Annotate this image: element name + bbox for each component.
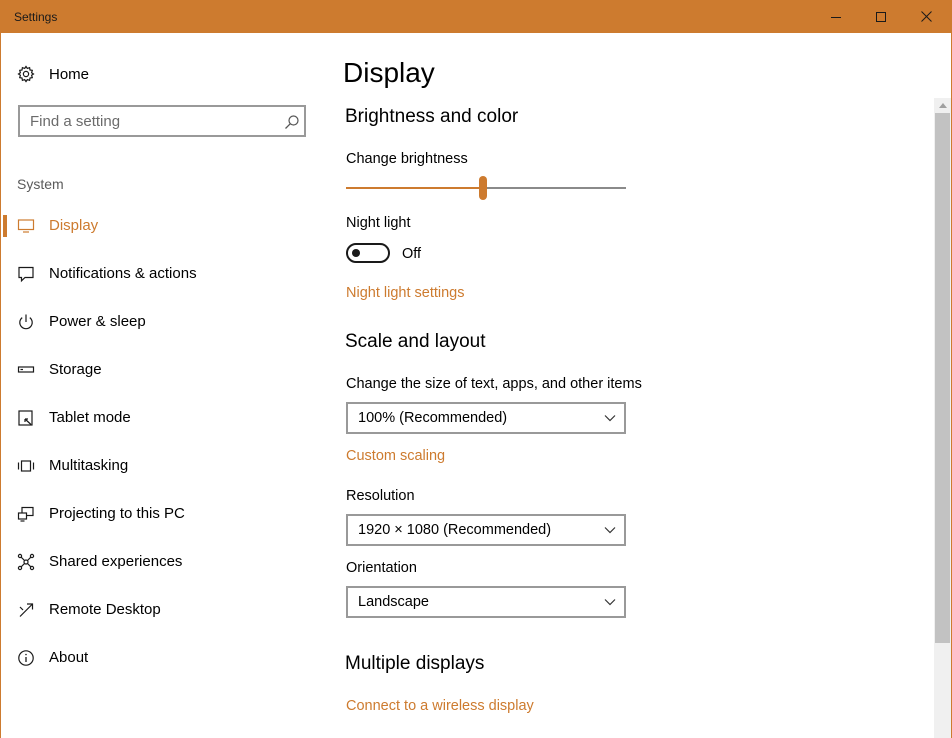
- orientation-label: Orientation: [346, 560, 417, 576]
- selection-indicator: [3, 407, 7, 429]
- night-light-state: Off: [402, 246, 422, 262]
- sidebar-item-label: Notifications & actions: [49, 265, 197, 282]
- storage-icon: [17, 366, 35, 373]
- tablet-icon: [18, 410, 33, 426]
- section-heading-scale: Scale and layout: [345, 331, 486, 352]
- sidebar-item-remote-desktop[interactable]: Remote Desktop: [0, 590, 320, 630]
- slider-thumb[interactable]: [479, 176, 487, 200]
- brightness-label: Change brightness: [346, 151, 468, 167]
- sidebar-item-multitasking[interactable]: Multitasking: [0, 446, 320, 486]
- night-light-settings-link[interactable]: Night light settings: [346, 285, 464, 301]
- resolution-value: 1920 × 1080 (Recommended): [358, 522, 552, 538]
- scroll-thumb[interactable]: [935, 113, 950, 643]
- resolution-dropdown[interactable]: 1920 × 1080 (Recommended): [346, 514, 626, 546]
- section-heading-brightness: Brightness and color: [345, 106, 519, 127]
- sidebar-item-label: Display: [49, 217, 99, 234]
- maximize-icon: [876, 11, 886, 22]
- sidebar-item-label: Multitasking: [49, 457, 129, 474]
- selection-indicator: [3, 263, 7, 285]
- selection-indicator: [3, 311, 7, 333]
- shared-icon: [17, 553, 35, 571]
- maximize-button[interactable]: [858, 0, 904, 33]
- selection-indicator: [3, 503, 7, 525]
- sidebar-item-notifications[interactable]: Notifications & actions: [0, 254, 320, 294]
- minimize-icon: [831, 16, 841, 18]
- monitor-icon: [17, 219, 35, 233]
- info-icon: [18, 650, 34, 666]
- resolution-label: Resolution: [346, 488, 415, 504]
- night-light-label: Night light: [346, 215, 411, 231]
- brightness-slider[interactable]: [346, 176, 626, 200]
- window-title: Settings: [14, 10, 58, 24]
- chevron-down-icon: [604, 415, 616, 422]
- selection-indicator: [3, 551, 7, 573]
- scale-value: 100% (Recommended): [358, 410, 508, 426]
- power-icon: [19, 314, 33, 330]
- scale-label: Change the size of text, apps, and other…: [346, 376, 642, 392]
- multitasking-icon: [17, 460, 35, 472]
- section-heading-multiple-displays: Multiple displays: [345, 653, 485, 674]
- title-bar: Settings: [0, 0, 952, 33]
- close-button[interactable]: [903, 0, 949, 33]
- sidebar-item-label: Shared experiences: [49, 553, 183, 570]
- search-input[interactable]: [30, 112, 270, 130]
- chevron-down-icon: [604, 527, 616, 534]
- slider-fill: [346, 187, 483, 189]
- sidebar-item-display[interactable]: Display: [0, 206, 320, 246]
- scale-dropdown[interactable]: 100% (Recommended): [346, 402, 626, 434]
- selection-indicator: [3, 455, 7, 477]
- search-box[interactable]: [18, 105, 306, 137]
- sidebar-item-label: Power & sleep: [49, 313, 146, 330]
- wireless-display-link[interactable]: Connect to a wireless display: [346, 698, 534, 714]
- sidebar-item-label: Storage: [49, 361, 102, 378]
- sidebar-item-label: Projecting to this PC: [49, 505, 185, 522]
- sidebar-item-storage[interactable]: Storage: [0, 350, 320, 390]
- orientation-dropdown[interactable]: Landscape: [346, 586, 626, 618]
- sidebar-item-label: Remote Desktop: [49, 601, 161, 618]
- sidebar-item-power-sleep[interactable]: Power & sleep: [0, 302, 320, 342]
- selection-indicator: [3, 359, 7, 381]
- vertical-scrollbar[interactable]: [934, 98, 951, 738]
- home-nav-item[interactable]: Home: [17, 63, 89, 85]
- gear-icon: [17, 65, 35, 83]
- custom-scaling-link[interactable]: Custom scaling: [346, 448, 445, 464]
- sidebar-item-tablet-mode[interactable]: Tablet mode: [0, 398, 320, 438]
- sidebar-item-label: Tablet mode: [49, 409, 131, 426]
- page-title: Display: [343, 57, 435, 88]
- close-icon: [920, 11, 932, 22]
- chevron-up-icon: [938, 102, 947, 108]
- group-label-system: System: [17, 176, 64, 192]
- projecting-icon: [17, 506, 34, 522]
- sidebar-item-label: About: [49, 649, 89, 666]
- selection-indicator: [3, 215, 7, 237]
- chevron-down-icon: [604, 599, 616, 606]
- sidebar-item-shared-experiences[interactable]: Shared experiences: [0, 542, 320, 582]
- orientation-value: Landscape: [358, 594, 429, 610]
- scroll-up-button[interactable]: [934, 98, 951, 112]
- sidebar-item-about[interactable]: About: [0, 638, 320, 678]
- home-label: Home: [49, 65, 90, 83]
- remote-desktop-icon: [19, 603, 34, 617]
- selection-indicator: [3, 599, 7, 621]
- minimize-button[interactable]: [813, 0, 859, 33]
- sidebar-item-projecting[interactable]: Projecting to this PC: [0, 494, 320, 534]
- toggle-knob: [352, 249, 360, 257]
- selection-indicator: [3, 647, 7, 669]
- search-icon[interactable]: [284, 114, 300, 130]
- night-light-toggle[interactable]: [346, 243, 390, 263]
- message-icon: [18, 266, 34, 283]
